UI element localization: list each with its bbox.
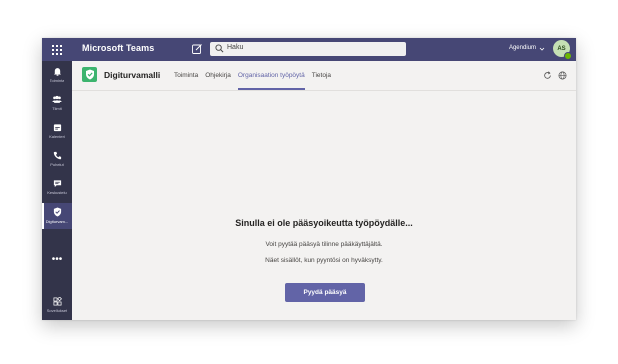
request-access-button[interactable]: Pyydä pääsyä — [285, 283, 365, 302]
rail-label: Toiminta — [49, 78, 65, 83]
search-icon — [215, 44, 224, 53]
app-header: Digiturvamalli Toiminta Ohjekirja Organi… — [72, 61, 576, 91]
apps-icon — [53, 297, 62, 306]
teams-window: Microsoft Teams Haku Agendium AS Toimint… — [42, 38, 576, 320]
rail-label: Digiturvam... — [45, 219, 69, 224]
rail-label: Kalenteri — [49, 134, 65, 139]
left-rail: Toiminta Tiimit Kalenteri Puhelut Keskus… — [42, 61, 72, 320]
calendar-icon — [53, 124, 61, 132]
shield-check-icon — [85, 69, 94, 80]
shield-icon — [53, 207, 61, 217]
rail-label: Tiimit — [52, 106, 62, 111]
tab-bar: Toiminta Ohjekirja Organisaation työpöyt… — [171, 61, 335, 90]
app-name: Digiturvamalli — [104, 70, 161, 80]
info-text-2: Näet sisällöt, kun pyyntösi on hyväksytt… — [265, 257, 383, 264]
rail-label: Puhelut — [50, 162, 64, 167]
rail-item-activity[interactable]: Toiminta — [42, 63, 72, 89]
main-content: Sinulla ei ole pääsyoikeutta työpöydälle… — [72, 91, 576, 320]
search-placeholder: Haku — [227, 44, 244, 51]
presence-badge — [564, 52, 572, 60]
chat-icon — [53, 180, 61, 188]
tab-tietoja[interactable]: Tietoja — [309, 61, 334, 90]
rail-label: Sovellukset — [46, 308, 68, 313]
chevron-down-icon[interactable] — [539, 46, 545, 52]
rail-item-teams[interactable]: Tiimit — [42, 91, 72, 117]
globe-icon[interactable] — [558, 71, 567, 80]
tab-ohjekirja[interactable]: Ohjekirja — [202, 61, 234, 90]
app-title: Microsoft Teams — [82, 43, 155, 53]
info-text-1: Voit pyytää pääsyä tilinne pääkäyttäjält… — [265, 241, 383, 248]
rail-item-apps[interactable]: Sovellukset — [42, 293, 72, 319]
compose-icon[interactable] — [191, 43, 203, 55]
tab-toiminta[interactable]: Toiminta — [171, 61, 201, 90]
search-input[interactable]: Haku — [210, 42, 406, 56]
teams-icon — [52, 95, 62, 103]
app-logo — [82, 67, 97, 82]
rail-item-digiturvamalli[interactable]: Digiturvam... — [42, 203, 72, 229]
app-launcher-icon[interactable] — [42, 38, 72, 61]
rail-item-chat[interactable]: Keskustelu — [42, 175, 72, 201]
phone-icon — [53, 151, 61, 160]
rail-label: Keskustelu — [47, 190, 67, 195]
no-access-heading: Sinulla ei ole pääsyoikeutta työpöydälle… — [235, 218, 413, 228]
rail-item-calls[interactable]: Puhelut — [42, 147, 72, 173]
org-switcher[interactable]: Agendium — [509, 45, 536, 51]
bell-icon — [53, 68, 61, 76]
refresh-icon[interactable] — [543, 71, 552, 80]
rail-item-calendar[interactable]: Kalenteri — [42, 119, 72, 145]
more-apps-button[interactable]: ••• — [42, 255, 72, 268]
title-bar: Microsoft Teams Haku Agendium AS — [42, 38, 576, 61]
tab-organisaation-tyopoyta[interactable]: Organisaation työpöytä — [235, 61, 308, 90]
